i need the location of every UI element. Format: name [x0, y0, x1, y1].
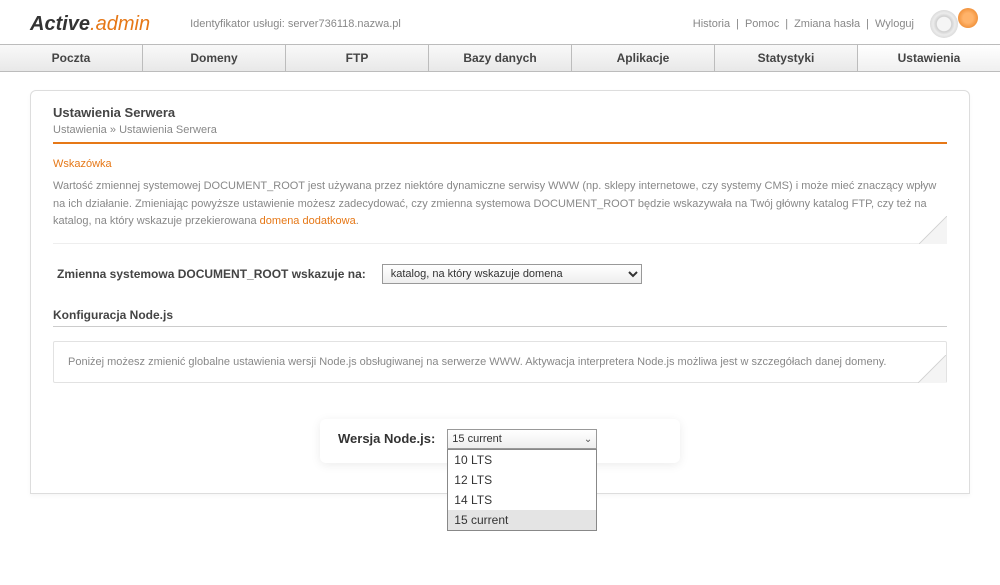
node-section-title: Konfiguracja Node.js	[53, 308, 947, 322]
logo-text-2: .admin	[90, 13, 150, 35]
node-version-option[interactable]: 10 LTS	[448, 450, 596, 470]
node-version-label: Wersja Node.js:	[338, 429, 435, 446]
divider	[53, 142, 947, 144]
node-version-option[interactable]: 14 LTS	[448, 490, 596, 510]
breadcrumb-sep: »	[110, 124, 116, 136]
tip-box: Wskazówka Wartość zmiennej systemowej DO…	[53, 158, 947, 244]
top-links: Historia|Pomoc|Zmiana hasła|Wyloguj	[687, 18, 920, 30]
nav-tab-ftp[interactable]: FTP	[286, 45, 429, 71]
node-info-box: Poniżej możesz zmienić globalne ustawien…	[53, 341, 947, 384]
node-version-option[interactable]: 12 LTS	[448, 470, 596, 490]
nav-tab-poczta[interactable]: Poczta	[0, 45, 143, 71]
corner-fold-icon	[919, 216, 947, 244]
docroot-row: Zmienna systemowa DOCUMENT_ROOT wskazuje…	[53, 264, 947, 284]
tip-text-after: .	[356, 215, 359, 227]
node-version-selected: 15 current	[452, 433, 502, 445]
logo: Active.admin	[30, 13, 150, 36]
divider-gray	[53, 326, 947, 327]
tip-title: Wskazówka	[53, 158, 947, 170]
main-nav: PocztaDomenyFTPBazy danychAplikacjeStaty…	[0, 44, 1000, 72]
logo-text-1: Active	[30, 13, 90, 35]
nav-tab-domeny[interactable]: Domeny	[143, 45, 286, 71]
node-info-text: Poniżej możesz zmienić globalne ustawien…	[68, 356, 886, 368]
nav-tab-bazy-danych[interactable]: Bazy danych	[429, 45, 572, 71]
tip-text-before: Wartość zmiennej systemowej DOCUMENT_ROO…	[53, 180, 936, 227]
service-id-label: Identyfikator usługi:	[190, 18, 285, 30]
node-version-dropdown: 10 LTS12 LTS14 LTS15 current	[447, 449, 597, 531]
breadcrumb-root[interactable]: Ustawienia	[53, 124, 107, 136]
node-version-select[interactable]: 15 current ⌄	[447, 429, 597, 449]
nav-tab-statystyki[interactable]: Statystyki	[715, 45, 858, 71]
service-id: Identyfikator usługi: server736118.nazwa…	[190, 18, 401, 30]
breadcrumb-current: Ustawienia Serwera	[119, 124, 217, 136]
settings-panel: Ustawienia Serwera Ustawienia » Ustawien…	[30, 90, 970, 494]
node-version-block: Wersja Node.js: 15 current ⌄ 10 LTS12 LT…	[320, 419, 680, 463]
breadcrumb: Ustawienia » Ustawienia Serwera	[53, 124, 947, 136]
gears-icon	[930, 8, 980, 40]
docroot-label: Zmienna systemowa DOCUMENT_ROOT wskazuje…	[57, 267, 366, 281]
nav-tab-aplikacje[interactable]: Aplikacje	[572, 45, 715, 71]
top-link-zmiana-hasła[interactable]: Zmiana hasła	[794, 18, 860, 30]
tip-link[interactable]: domena dodatkowa	[260, 215, 356, 227]
top-link-historia[interactable]: Historia	[693, 18, 730, 30]
corner-fold-icon	[918, 355, 946, 383]
node-version-option[interactable]: 15 current	[448, 510, 596, 530]
nav-tab-ustawienia[interactable]: Ustawienia	[858, 45, 1000, 71]
docroot-select[interactable]: katalog, na który wskazuje domena	[382, 264, 642, 284]
tip-text: Wartość zmiennej systemowej DOCUMENT_ROO…	[53, 178, 947, 231]
chevron-down-icon: ⌄	[584, 434, 592, 445]
service-id-link[interactable]: server736118.nazwa.pl	[288, 18, 401, 30]
top-link-wyloguj[interactable]: Wyloguj	[875, 18, 914, 30]
panel-title: Ustawienia Serwera	[53, 105, 947, 120]
node-version-select-wrap: 15 current ⌄ 10 LTS12 LTS14 LTS15 curren…	[447, 429, 597, 449]
top-link-pomoc[interactable]: Pomoc	[745, 18, 779, 30]
